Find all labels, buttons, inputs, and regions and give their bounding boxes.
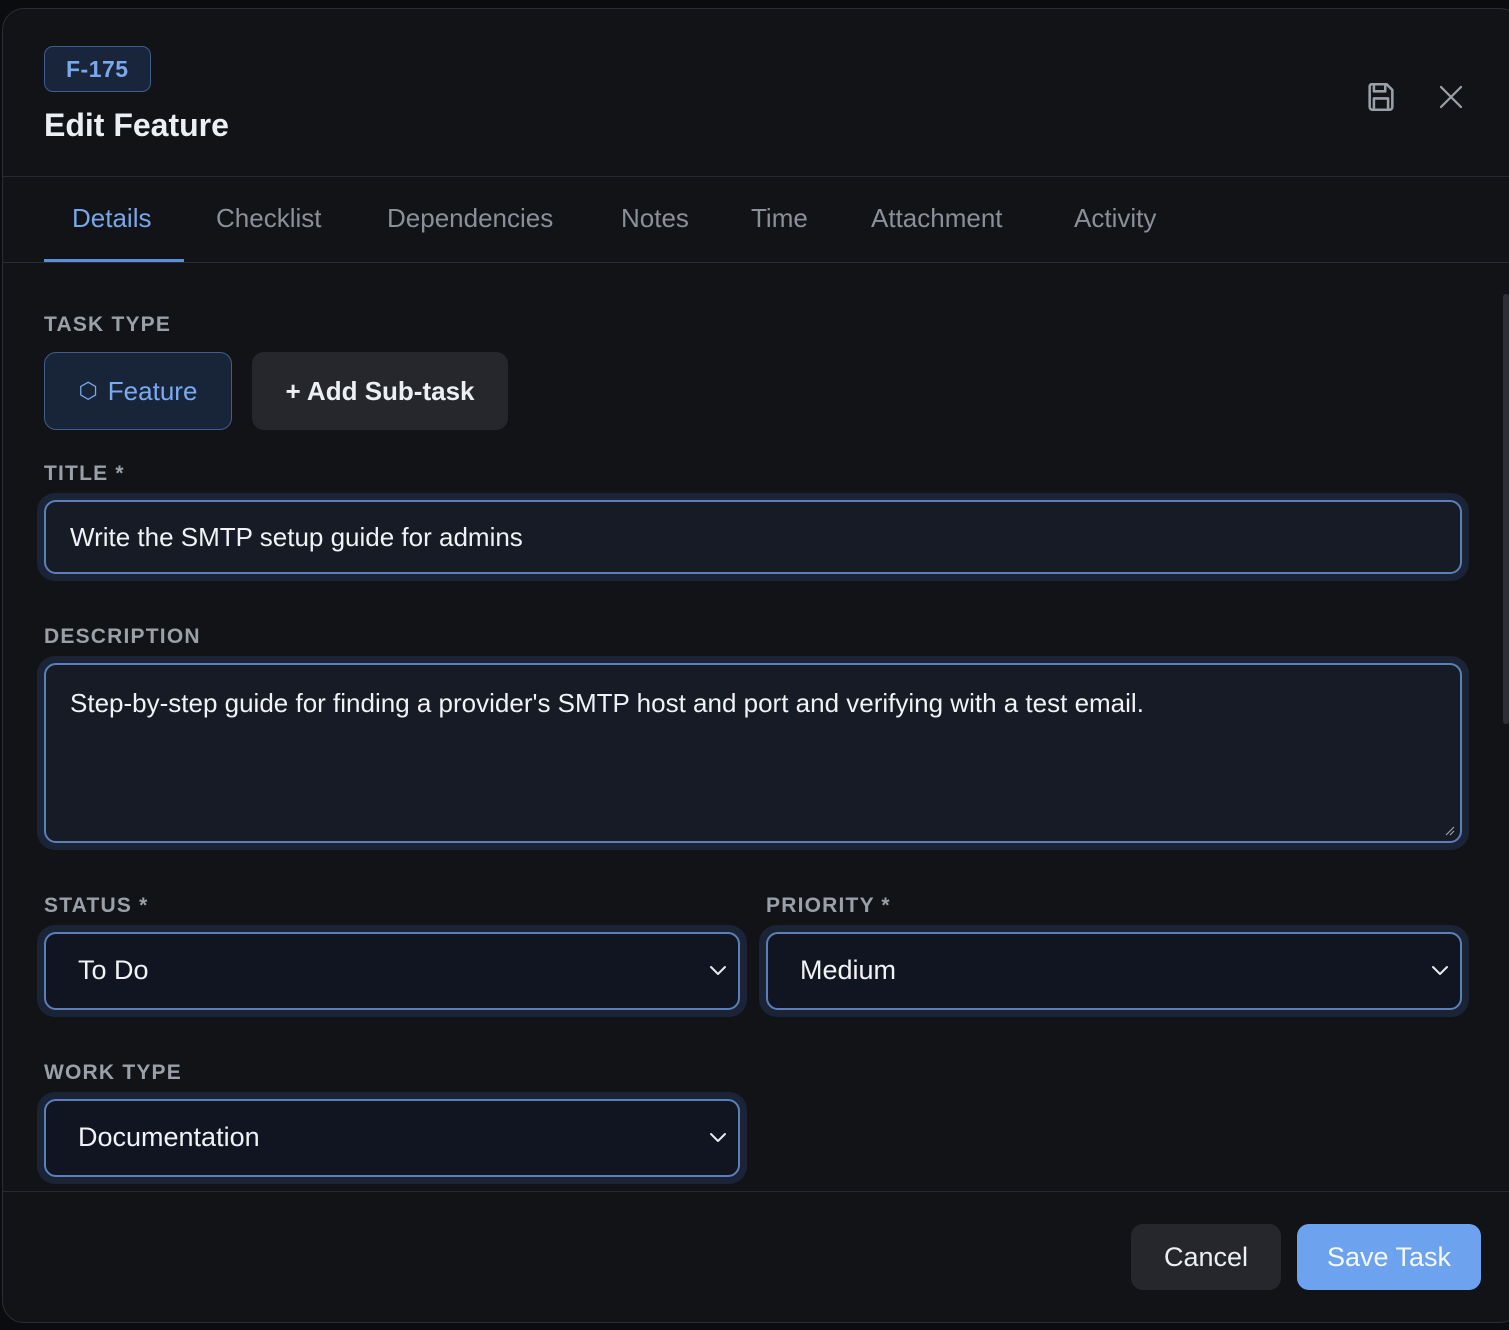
work-type-select[interactable]: Documentation — [44, 1099, 740, 1177]
task-type-label: TASK TYPE — [44, 313, 172, 336]
modal-header: F-175 Edit Feature — [3, 9, 1509, 177]
status-field-wrapper: To Do — [37, 925, 747, 1017]
add-subtask-button[interactable]: + Add Sub-task — [252, 352, 508, 430]
priority-value: Medium — [800, 955, 897, 985]
status-label: STATUS * — [44, 894, 149, 917]
task-id-badge: F-175 — [44, 46, 151, 92]
title-input[interactable] — [44, 500, 1462, 574]
chevron-down-icon — [710, 1133, 726, 1142]
resize-grip-icon[interactable] — [1443, 824, 1455, 836]
feature-type-button[interactable]: ⬡ Feature — [44, 352, 232, 430]
tab-activity[interactable]: Activity — [1074, 177, 1156, 263]
tab-details[interactable]: Details — [72, 177, 151, 263]
hexagon-icon: ⬡ — [78, 378, 98, 403]
tab-dependencies[interactable]: Dependencies — [387, 177, 553, 263]
chevron-down-icon — [1432, 966, 1448, 975]
title-field-wrapper — [37, 493, 1469, 581]
description-textarea[interactable]: Step-by-step guide for finding a provide… — [44, 663, 1462, 843]
work-type-field-wrapper: Documentation — [37, 1092, 747, 1184]
tab-time[interactable]: Time — [751, 177, 808, 263]
modal-footer: Cancel Save Task — [3, 1191, 1509, 1322]
priority-field-wrapper: Medium — [759, 925, 1469, 1017]
tab-notes[interactable]: Notes — [621, 177, 689, 263]
close-icon[interactable] — [1433, 79, 1469, 115]
tab-bar: Details Checklist Dependencies Notes Tim… — [3, 177, 1509, 263]
title-label: TITLE * — [44, 462, 125, 485]
work-type-label: WORK TYPE — [44, 1061, 182, 1084]
status-select[interactable]: To Do — [44, 932, 740, 1010]
tab-checklist[interactable]: Checklist — [216, 177, 321, 263]
status-value: To Do — [78, 955, 149, 985]
chevron-down-icon — [710, 966, 726, 975]
tab-attachment[interactable]: Attachment — [871, 177, 1003, 263]
save-icon[interactable] — [1363, 79, 1399, 115]
details-form: TASK TYPE ⬡ Feature + Add Sub-task TITLE… — [3, 264, 1509, 1191]
modal-title: Edit Feature — [44, 107, 229, 143]
active-tab-indicator — [44, 259, 184, 262]
edit-feature-modal: F-175 Edit Feature Details Checklist Dep… — [2, 8, 1509, 1323]
work-type-value: Documentation — [78, 1122, 260, 1152]
scrollbar[interactable] — [1503, 294, 1509, 724]
priority-select[interactable]: Medium — [766, 932, 1462, 1010]
description-label: DESCRIPTION — [44, 625, 201, 648]
cancel-button[interactable]: Cancel — [1131, 1224, 1281, 1290]
priority-label: PRIORITY * — [766, 894, 891, 917]
save-task-button[interactable]: Save Task — [1297, 1224, 1481, 1290]
description-field-wrapper: Step-by-step guide for finding a provide… — [37, 656, 1469, 850]
feature-type-label: Feature — [107, 375, 198, 406]
